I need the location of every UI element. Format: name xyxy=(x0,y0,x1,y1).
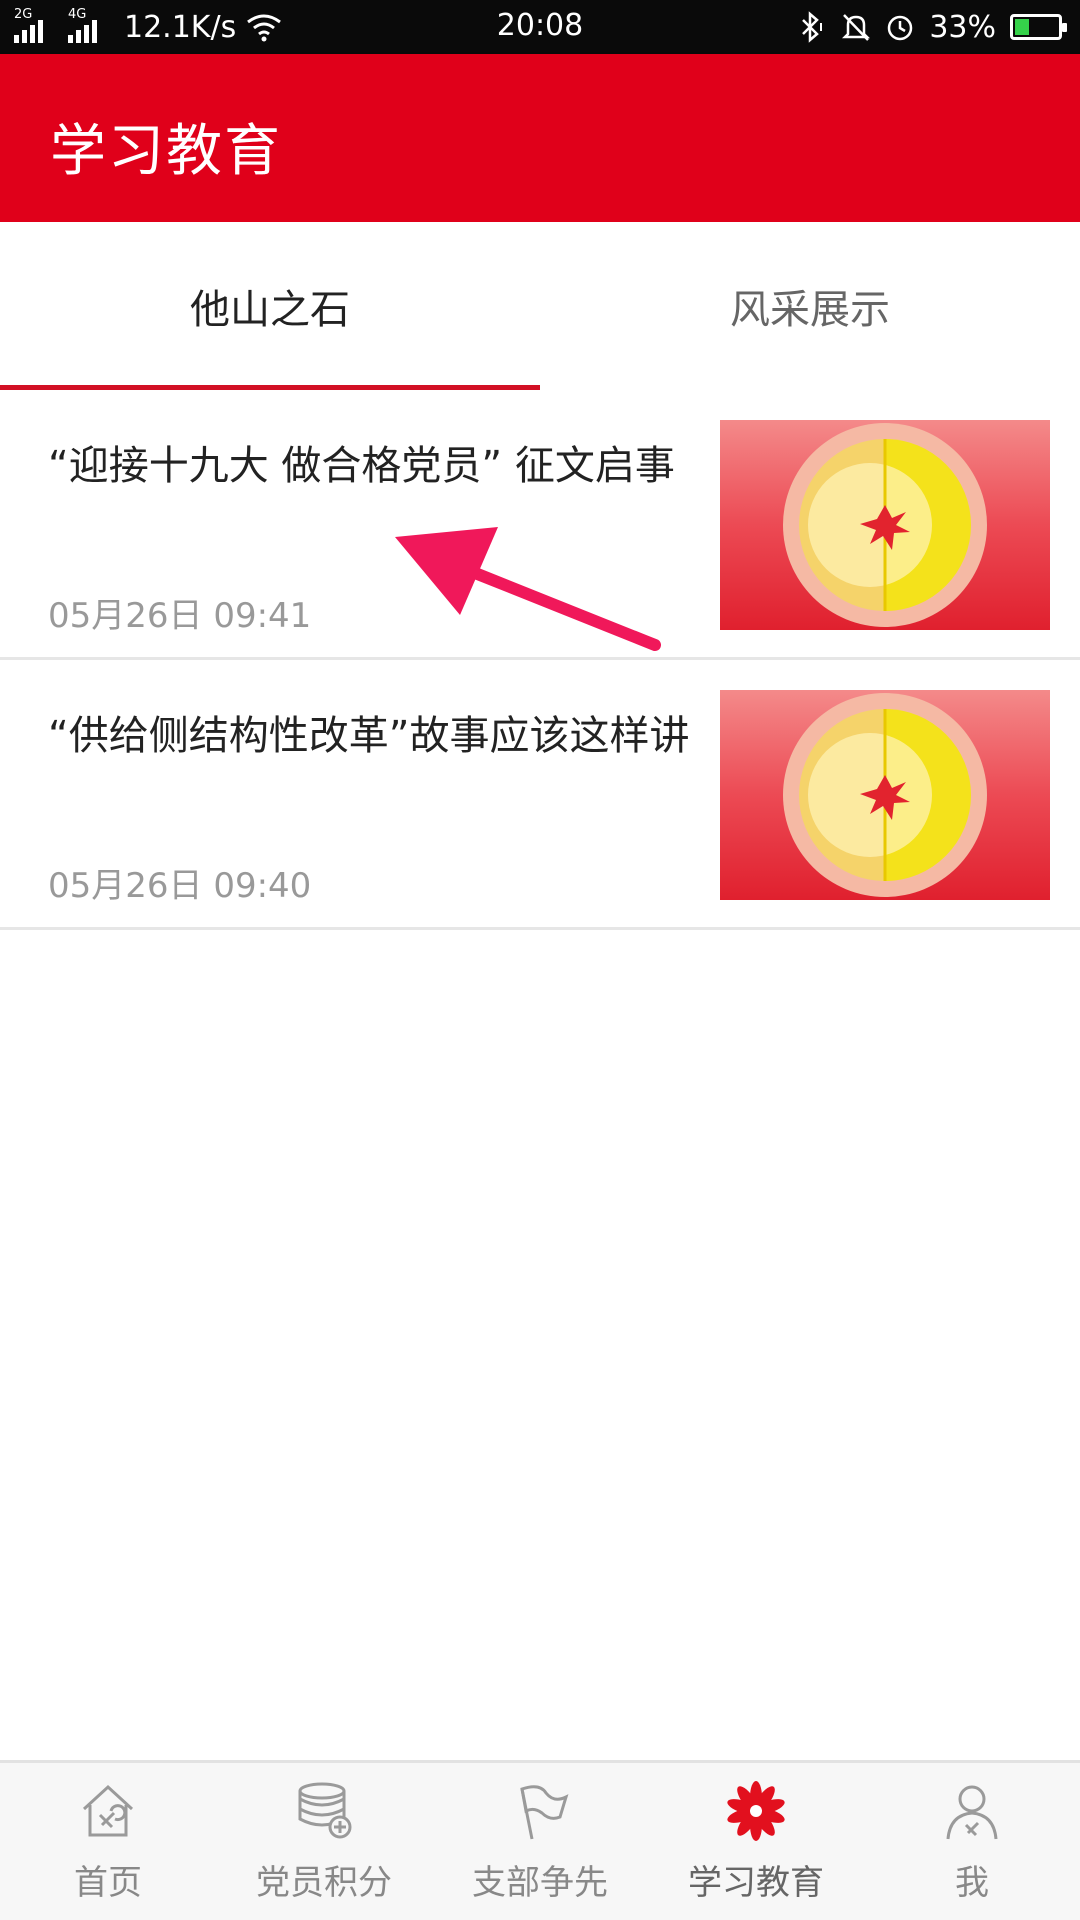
tab-tashan-zhishi[interactable]: 他山之石 xyxy=(0,222,540,390)
article-list: “迎接十九大 做合格党员” 征文启事 05月26日 09:41 “供给侧结构性改… xyxy=(0,390,1080,930)
nav-label: 我 xyxy=(955,1863,989,1903)
status-bar: 2G 4G 12.1K/s 20:08 33% xyxy=(0,0,1080,54)
battery-level xyxy=(1015,19,1029,35)
tab-fengcai-zhanshi[interactable]: 风采展示 xyxy=(540,222,1080,390)
nav-me[interactable]: 我 xyxy=(864,1763,1080,1920)
annotation-arrow-icon xyxy=(395,527,661,651)
battery-percent: 33% xyxy=(929,9,996,45)
nav-study[interactable]: 学习教育 xyxy=(648,1763,864,1920)
coins-icon xyxy=(298,1782,352,1839)
flag-icon xyxy=(520,1785,569,1840)
article-thumbnail xyxy=(720,690,1050,900)
article-date: 05月26日 09:40 xyxy=(48,866,312,906)
nav-points[interactable]: 党员积分 xyxy=(216,1763,432,1920)
article-thumbnail xyxy=(720,420,1050,630)
nav-label: 支部争先 xyxy=(472,1863,608,1903)
article-title: “迎接十九大 做合格党员” 征文启事 xyxy=(48,443,675,489)
battery-icon xyxy=(1010,14,1067,40)
article-date: 05月26日 09:41 xyxy=(48,596,312,636)
tab-bar: 他山之石 风采展示 xyxy=(0,222,1080,390)
alarm-icon xyxy=(888,15,913,41)
nav-label: 首页 xyxy=(74,1863,142,1903)
article-title: “供给侧结构性改革”故事应该这样讲 xyxy=(48,713,690,759)
nav-branch[interactable]: 支部争先 xyxy=(432,1763,648,1920)
bottom-nav: 首页 党员积分 支部争先 学习教育 我 xyxy=(0,1760,1080,1920)
bluetooth-icon xyxy=(802,11,823,43)
flower-icon xyxy=(727,1781,785,1841)
nav-home[interactable]: 首页 xyxy=(0,1763,216,1920)
mute-icon xyxy=(842,14,871,41)
status-right: 33% xyxy=(797,0,1067,54)
nav-label: 学习教育 xyxy=(688,1863,824,1903)
home-icon xyxy=(82,1784,134,1837)
page-title: 学习教育 xyxy=(50,119,282,184)
app-bar: 学习教育 xyxy=(0,54,1080,222)
list-item[interactable]: “供给侧结构性改革”故事应该这样讲 05月26日 09:40 xyxy=(0,660,1080,930)
profile-icon xyxy=(946,1785,998,1840)
nav-label: 党员积分 xyxy=(256,1863,392,1903)
